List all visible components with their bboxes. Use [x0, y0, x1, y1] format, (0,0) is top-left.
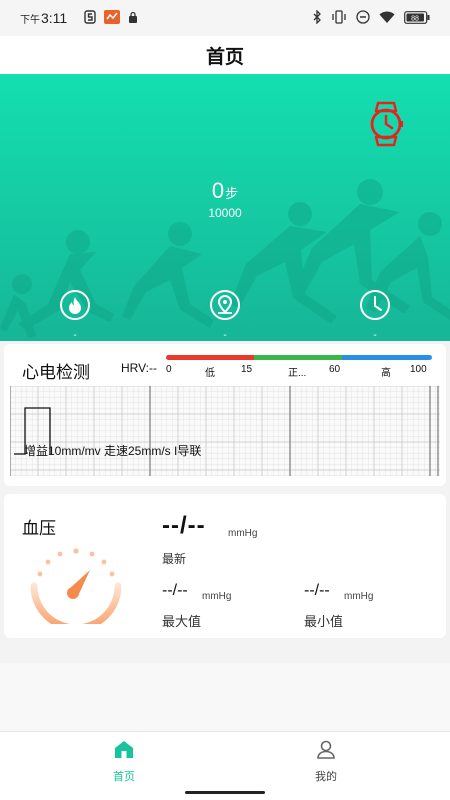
battery-icon: 88: [404, 10, 430, 24]
blood-pressure-gauge-icon: [30, 548, 122, 624]
status-left-icons: [84, 10, 138, 24]
user-icon: [317, 740, 335, 759]
bp-latest-label: 最新: [162, 552, 187, 566]
tab-home[interactable]: 首页: [84, 740, 164, 784]
calories-stat: -: [57, 289, 93, 341]
bp-max-value: --/--: [162, 582, 188, 599]
bp-max-label: 最大值: [162, 614, 202, 629]
hrv-scale-normal: [254, 355, 342, 360]
status-right-icons: 88: [312, 10, 430, 24]
calories-value: -: [73, 330, 77, 341]
bp-min-value: --/--: [304, 582, 330, 599]
wifi-icon: [379, 11, 395, 23]
bp-min-unit: mmHg: [344, 591, 374, 602]
hrv-value: HRV:--: [121, 361, 157, 375]
bluetooth-icon: [313, 10, 321, 24]
status-time-value: 3:11: [41, 10, 68, 26]
bp-latest-unit: mmHg: [228, 528, 258, 539]
tab-home-label: 首页: [113, 771, 135, 783]
tab-mine[interactable]: 我的: [286, 740, 366, 784]
clock-icon: [360, 290, 390, 320]
app-notification-icon: [104, 10, 120, 24]
ecg-grid-chart: [10, 386, 440, 476]
hrv-scale-bar: [166, 355, 432, 360]
tab-mine-label: 我的: [315, 771, 337, 783]
hrv-tick-60: 60: [329, 364, 341, 375]
duration-stat: -: [357, 289, 393, 341]
vibrate-icon: [332, 10, 346, 24]
lock-icon: [129, 11, 137, 23]
blood-pressure-card[interactable]: 血压 --/-- mmHg 最新 --/-- mmHg 最大值 --/-- mm…: [4, 494, 446, 638]
battery-level: 88: [411, 15, 419, 22]
steps-value: 0: [211, 178, 225, 203]
ecg-settings-note: 增益10mm/mv 走速25mm/s I导联: [24, 444, 202, 458]
content-bottom-area: [0, 663, 450, 731]
hrv-scale-high: [342, 355, 432, 360]
hrv-scale-low: [166, 355, 254, 360]
hrv-tick-high: 高: [381, 368, 391, 379]
status-time-prefix: 下午: [20, 15, 40, 26]
hrv-tick-0: 0: [166, 364, 172, 375]
bottom-tab-bar: 首页 我的: [0, 731, 450, 800]
bp-title: 血压: [22, 519, 56, 538]
hrv-tick-100: 100: [410, 364, 427, 375]
hrv-tick-normal: 正...: [288, 368, 307, 379]
smartwatch-icon[interactable]: [366, 101, 406, 147]
location-pin-icon: [210, 290, 240, 320]
steps-count: 0步: [0, 178, 450, 204]
home-indicator: [185, 791, 265, 794]
do-not-disturb-icon: [356, 10, 370, 24]
flame-icon: [60, 290, 90, 320]
steps-unit: 步: [225, 186, 239, 201]
steps-hero-banner: 0步 10000 - - -: [0, 74, 450, 341]
app-header: 首页: [0, 36, 450, 74]
hrv-tick-low: 低: [205, 368, 215, 379]
bp-max-unit: mmHg: [202, 591, 232, 602]
ecg-title: 心电检测: [22, 363, 90, 382]
home-icon: [115, 741, 133, 758]
steps-goal: 10000: [208, 206, 242, 220]
ecg-card[interactable]: 心电检测 HRV:-- 0 低 15 正... 60 高 100 增益10mm/…: [4, 344, 446, 486]
hrv-tick-15: 15: [241, 364, 253, 375]
bp-latest-value: --/--: [162, 512, 206, 539]
app-s-icon: [84, 10, 96, 24]
distance-value: -: [223, 330, 227, 341]
status-time: 下午3:11: [20, 10, 67, 26]
status-bar: 下午3:11 88: [0, 0, 450, 36]
distance-stat: -: [207, 289, 243, 341]
bp-min-label: 最小值: [304, 614, 344, 629]
duration-value: -: [373, 330, 377, 341]
